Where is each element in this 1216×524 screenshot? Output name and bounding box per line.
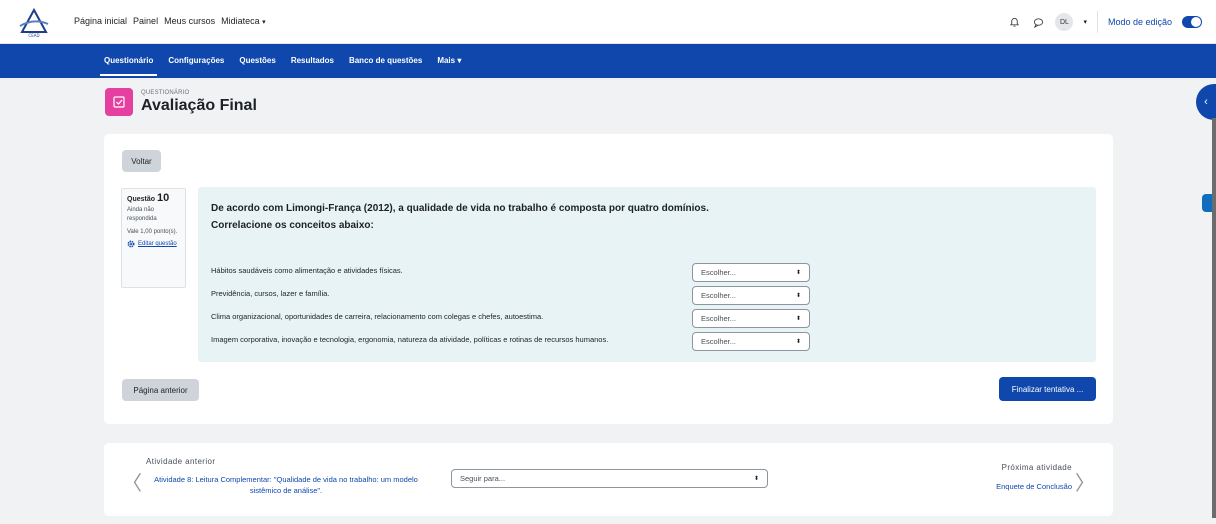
back-button[interactable]: Voltar: [122, 150, 161, 172]
user-controls: DL ▾ Modo de edição: [1007, 11, 1202, 33]
tab-question-bank[interactable]: Banco de questões: [349, 44, 422, 78]
chat-icon[interactable]: [1031, 15, 1045, 29]
nav-item-dashboard[interactable]: Painel: [133, 16, 158, 26]
quiz-card: Voltar Questão 10 Ainda não respondida V…: [104, 134, 1113, 424]
edit-question-label: Editar questão: [138, 241, 177, 247]
edit-question-link[interactable]: Editar questão: [127, 240, 180, 252]
select-arrows-icon: ⬍: [795, 270, 801, 276]
quiz-icon: [105, 88, 133, 116]
tab-questions[interactable]: Questões: [239, 44, 275, 78]
divider: [1096, 11, 1098, 33]
next-activity-heading: Próxima atividade: [1001, 463, 1072, 472]
previous-activity-link[interactable]: Atividade 8: Leitura Complementar: "Qual…: [146, 474, 426, 496]
question-content: De acordo com Limongi-França (2012), a q…: [198, 187, 1096, 362]
question-label: Questão: [127, 196, 156, 203]
select-arrows-icon: ⬍: [795, 316, 801, 322]
previous-activity-heading: Atividade anterior: [146, 457, 216, 466]
question-text-line: De acordo com Limongi-França (2012), a q…: [211, 203, 709, 214]
module-type-label: QUESTIONÁRIO: [141, 89, 190, 96]
match-select-value: Escolher...: [701, 314, 737, 323]
tab-quiz[interactable]: Questionário: [99, 44, 158, 78]
next-activity-link[interactable]: Enquete de Conclusão: [996, 482, 1072, 491]
chevron-down-icon[interactable]: ▾: [1083, 18, 1087, 26]
match-select-value: Escolher...: [701, 291, 737, 300]
previous-page-button[interactable]: Página anterior: [122, 379, 199, 401]
tab-settings[interactable]: Configurações: [168, 44, 224, 78]
drawer-toggle-button[interactable]: ‹: [1196, 84, 1216, 120]
match-select[interactable]: Escolher... ⬍: [692, 332, 810, 351]
svg-text:CEAD: CEAD: [28, 33, 39, 38]
edit-mode-toggle[interactable]: [1182, 16, 1202, 28]
site-logo[interactable]: CEAD: [18, 6, 50, 38]
chevron-left-icon[interactable]: 〈: [122, 467, 142, 496]
chevron-down-icon: ▾: [262, 19, 266, 26]
match-select[interactable]: Escolher... ⬍: [692, 309, 810, 328]
match-select-value: Escolher...: [701, 337, 737, 346]
nav-item-media-library-label: Midiateca: [221, 16, 260, 26]
bell-icon[interactable]: [1007, 15, 1021, 29]
page-header: QUESTIONÁRIO Avaliação Final: [105, 88, 257, 116]
match-select-value: Escolher...: [701, 268, 737, 277]
question-number-value: 10: [156, 192, 170, 204]
tab-results[interactable]: Resultados: [291, 44, 334, 78]
finish-attempt-button[interactable]: Finalizar tentativa ...: [999, 377, 1096, 401]
secondary-navigation: Questionário Configurações Questões Resu…: [0, 44, 1216, 78]
chevron-left-icon: ‹: [1204, 96, 1208, 108]
question-info: Questão 10 Ainda não respondida Vale 1,0…: [121, 188, 186, 288]
tab-more-label: Mais: [437, 56, 456, 65]
select-arrows-icon: ⬍: [753, 476, 759, 482]
question-status: Ainda não respondida: [127, 207, 157, 222]
chevron-right-icon[interactable]: 〉: [1075, 467, 1095, 496]
edit-mode-label: Modo de edição: [1107, 17, 1172, 27]
select-arrows-icon: ⬍: [795, 339, 801, 345]
select-arrows-icon: ⬍: [795, 293, 801, 299]
nav-item-media-library[interactable]: Midiateca ▾: [221, 16, 266, 26]
jump-to-value: Seguir para...: [460, 474, 506, 483]
chevron-down-icon: ▾: [457, 56, 462, 65]
match-select[interactable]: Escolher... ⬍: [692, 286, 810, 305]
page-scrollbar[interactable]: [1212, 118, 1216, 518]
user-avatar[interactable]: DL: [1055, 13, 1074, 31]
question-text: De acordo com Limongi-França (2012), a q…: [211, 200, 709, 234]
match-select[interactable]: Escolher... ⬍: [692, 263, 810, 282]
question-points: Vale 1,00 ponto(s).: [127, 229, 178, 235]
nav-item-home[interactable]: Página inicial: [74, 16, 127, 26]
gear-icon: [127, 240, 135, 252]
primary-navigation: Página inicial Painel Meus cursos Midiat…: [74, 16, 266, 26]
activity-navigation: 〈 Atividade anterior Atividade 8: Leitur…: [104, 443, 1113, 516]
question-text-line: Correlacione os conceitos abaixo:: [211, 220, 374, 231]
tab-more[interactable]: Mais ▾: [437, 44, 461, 78]
question-number: Questão 10: [127, 192, 180, 204]
top-navbar: CEAD Página inicial Painel Meus cursos M…: [0, 0, 1216, 44]
nav-item-my-courses[interactable]: Meus cursos: [164, 16, 215, 26]
page-title: Avaliação Final: [141, 96, 257, 114]
jump-to-select[interactable]: Seguir para... ⬍: [451, 469, 768, 488]
